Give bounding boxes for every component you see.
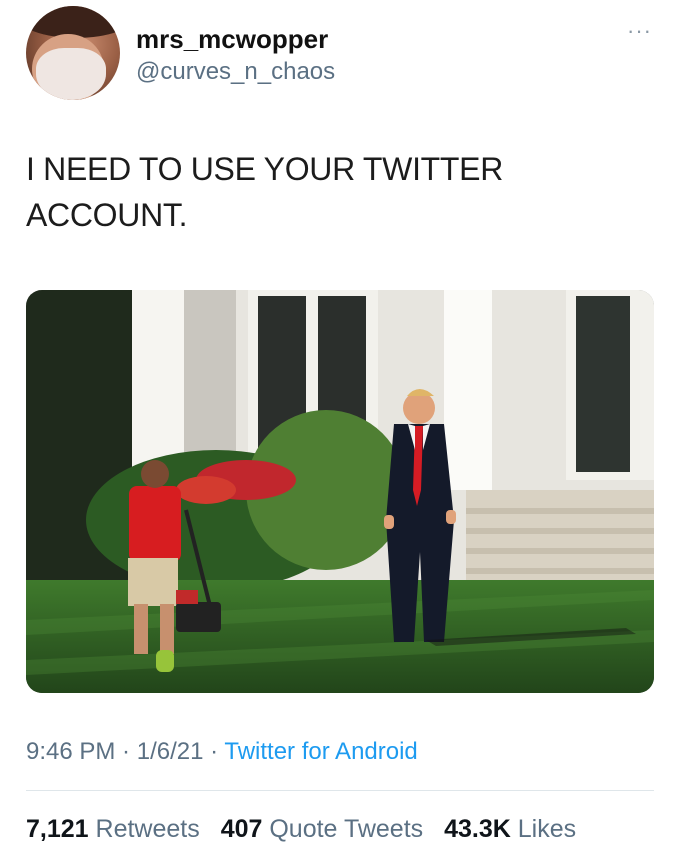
- tweet-text-line-1: I NEED TO USE YOUR TWITTER: [26, 151, 504, 187]
- retweets-label: Retweets: [95, 815, 200, 843]
- retweets-count: 7,121: [26, 815, 89, 843]
- likes-count: 43.3K: [444, 815, 511, 843]
- likes-label: Likes: [517, 815, 577, 843]
- tweet-text: I NEED TO USE YOUR TWITTER ACCOUNT.: [26, 146, 626, 238]
- tweet-photo[interactable]: [26, 290, 654, 693]
- quote-tweets-label: Quote Tweets: [269, 815, 424, 843]
- more-options-icon[interactable]: ···: [627, 18, 652, 44]
- meta-separator: ·: [115, 738, 137, 765]
- retweets-stat[interactable]: 7,121 Retweets: [26, 815, 207, 843]
- user-handle[interactable]: @curves_n_chaos: [136, 58, 335, 86]
- tweet-date[interactable]: 1/6/21: [137, 738, 204, 765]
- meta-separator: ·: [203, 738, 225, 765]
- likes-stat[interactable]: 43.3K Likes: [444, 815, 576, 843]
- profile-avatar[interactable]: [26, 6, 120, 100]
- tweet-photo-illustration: [26, 290, 654, 693]
- quote-tweets-stat[interactable]: 407 Quote Tweets: [221, 815, 430, 843]
- tweet-text-line-2: ACCOUNT.: [26, 197, 188, 233]
- tweet-time[interactable]: 9:46 PM: [26, 738, 115, 765]
- display-name[interactable]: mrs_mcwopper: [136, 24, 328, 55]
- quote-tweets-count: 407: [220, 815, 263, 843]
- tweet-metadata: 9:46 PM · 1/6/21 · Twitter for Android: [26, 738, 418, 766]
- divider: [26, 790, 654, 791]
- tweet-source-link[interactable]: Twitter for Android: [224, 738, 417, 765]
- engagement-stats: 7,121 Retweets 407 Quote Tweets 43.3K Li…: [26, 815, 590, 844]
